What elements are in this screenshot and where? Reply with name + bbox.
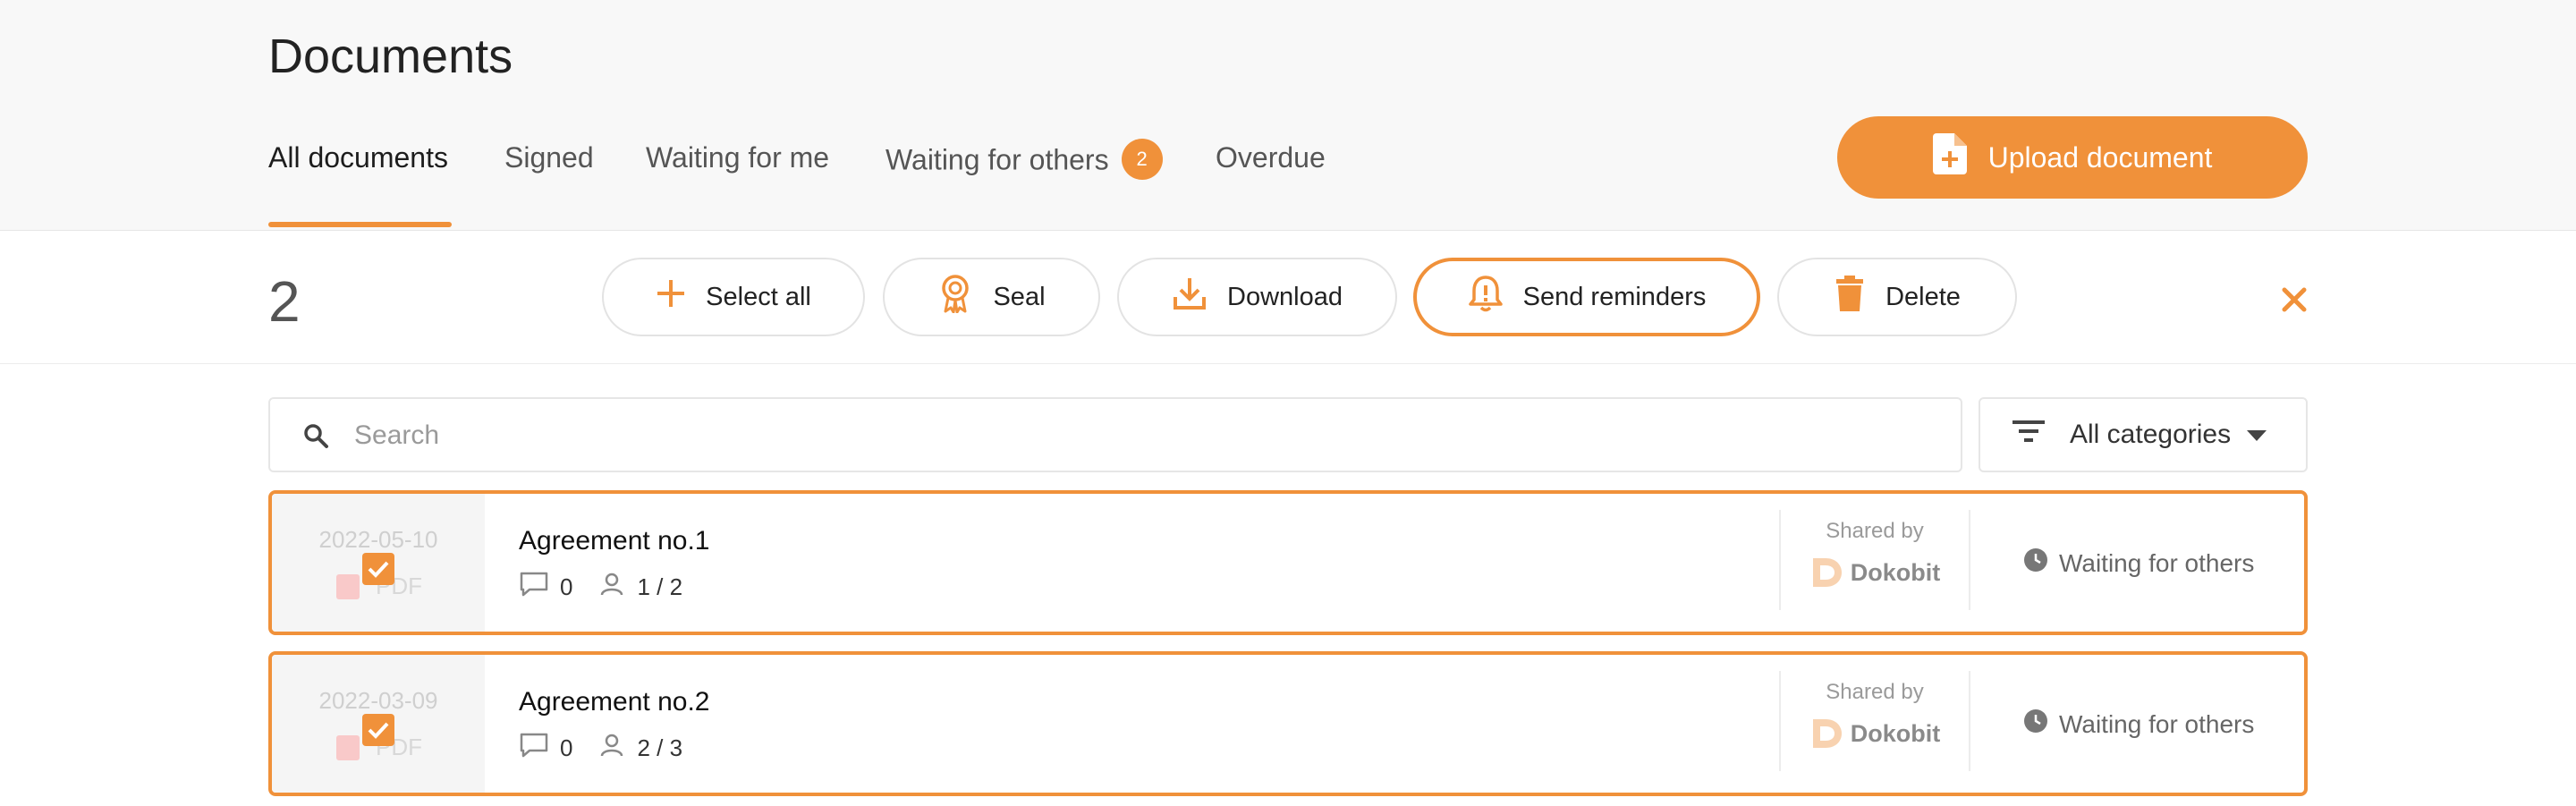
- dokobit-logo: Dokobit: [1781, 555, 1969, 590]
- shared-by: Shared by Dokobit: [1779, 671, 1970, 771]
- send-reminders-label: Send reminders: [1522, 282, 1707, 311]
- seal-label: Seal: [993, 282, 1046, 311]
- count-badge: 2: [1121, 139, 1163, 180]
- upload-document-button[interactable]: Upload document: [1837, 116, 2308, 199]
- download-label: Download: [1227, 282, 1343, 311]
- status: Waiting for others: [2023, 547, 2254, 579]
- plus-icon: [656, 278, 686, 316]
- row-checkbox[interactable]: [362, 553, 394, 585]
- document-thumbnail: 2022-03-09 PDF: [272, 655, 485, 793]
- pdf-icon: [336, 735, 360, 760]
- search-box: [268, 397, 1962, 472]
- document-plus-icon: [1932, 133, 1967, 182]
- upload-label: Upload document: [1987, 140, 2213, 174]
- shared-by: Shared by Dokobit: [1779, 510, 1970, 610]
- shared-by-label: Shared by: [1826, 680, 1924, 704]
- search-input[interactable]: [352, 408, 1877, 463]
- comment-count: 0: [560, 734, 573, 761]
- clock-icon: [2023, 547, 2048, 579]
- page-title: Documents: [268, 30, 513, 83]
- document-date: 2022-03-09: [318, 687, 438, 714]
- document-meta: 0 2 / 3: [519, 732, 682, 765]
- tab-waiting-for-others[interactable]: Waiting for others 2: [886, 139, 1163, 182]
- seal-button[interactable]: Seal: [883, 258, 1100, 336]
- signer-count: 1 / 2: [637, 573, 683, 600]
- delete-button[interactable]: Delete: [1777, 258, 2017, 336]
- document-row[interactable]: 2022-05-10 PDF Agreement no.1 0 1 / 2 Sh…: [268, 490, 2308, 635]
- status: Waiting for others: [2023, 708, 2254, 740]
- send-reminders-button[interactable]: Send reminders: [1413, 258, 1760, 336]
- bell-icon: [1468, 274, 1504, 320]
- comment-count: 0: [560, 573, 573, 600]
- tab-overdue[interactable]: Overdue: [1216, 141, 1326, 174]
- signer-count: 2 / 3: [637, 734, 683, 761]
- shared-by-name: Dokobit: [1850, 719, 1941, 747]
- tab-waiting-for-me[interactable]: Waiting for me: [646, 141, 829, 174]
- pdf-icon: [336, 574, 360, 599]
- comment-icon: [519, 732, 549, 765]
- clock-icon: [2023, 708, 2048, 740]
- filter-label: All categories: [2070, 420, 2232, 449]
- seal-icon: [937, 274, 973, 320]
- shared-by-label: Shared by: [1826, 519, 1924, 543]
- person-icon: [599, 572, 624, 603]
- selected-count: 2: [268, 269, 301, 334]
- person-icon: [599, 733, 624, 764]
- chevron-down-icon: [2247, 420, 2267, 450]
- delete-label: Delete: [1885, 282, 1961, 311]
- close-icon[interactable]: [2272, 277, 2317, 322]
- document-name[interactable]: Agreement no.2: [519, 687, 709, 717]
- category-filter[interactable]: All categories: [1979, 397, 2308, 472]
- document-meta: 0 1 / 2: [519, 571, 682, 604]
- tab-signed[interactable]: Signed: [504, 141, 594, 174]
- dokobit-logo: Dokobit: [1781, 716, 1969, 751]
- shared-by-name: Dokobit: [1850, 558, 1941, 586]
- status-label: Waiting for others: [2059, 709, 2255, 738]
- active-tab-indicator: [268, 222, 452, 227]
- document-name[interactable]: Agreement no.1: [519, 526, 709, 556]
- filter-icon: [2012, 418, 2045, 452]
- select-all-button[interactable]: Select all: [602, 258, 865, 336]
- row-checkbox[interactable]: [362, 714, 394, 746]
- document-date: 2022-05-10: [318, 526, 438, 553]
- tab-all-documents[interactable]: All documents: [268, 141, 448, 174]
- download-icon: [1172, 276, 1208, 318]
- search-icon: [302, 422, 329, 454]
- document-row[interactable]: 2022-03-09 PDF Agreement no.2 0 2 / 3 Sh…: [268, 651, 2308, 796]
- comment-icon: [519, 571, 549, 604]
- document-thumbnail: 2022-05-10 PDF: [272, 494, 485, 632]
- select-all-label: Select all: [706, 282, 811, 311]
- trash-icon: [1834, 275, 1866, 319]
- tab-label: Waiting for others: [886, 143, 1109, 176]
- download-button[interactable]: Download: [1117, 258, 1397, 336]
- status-label: Waiting for others: [2059, 548, 2255, 577]
